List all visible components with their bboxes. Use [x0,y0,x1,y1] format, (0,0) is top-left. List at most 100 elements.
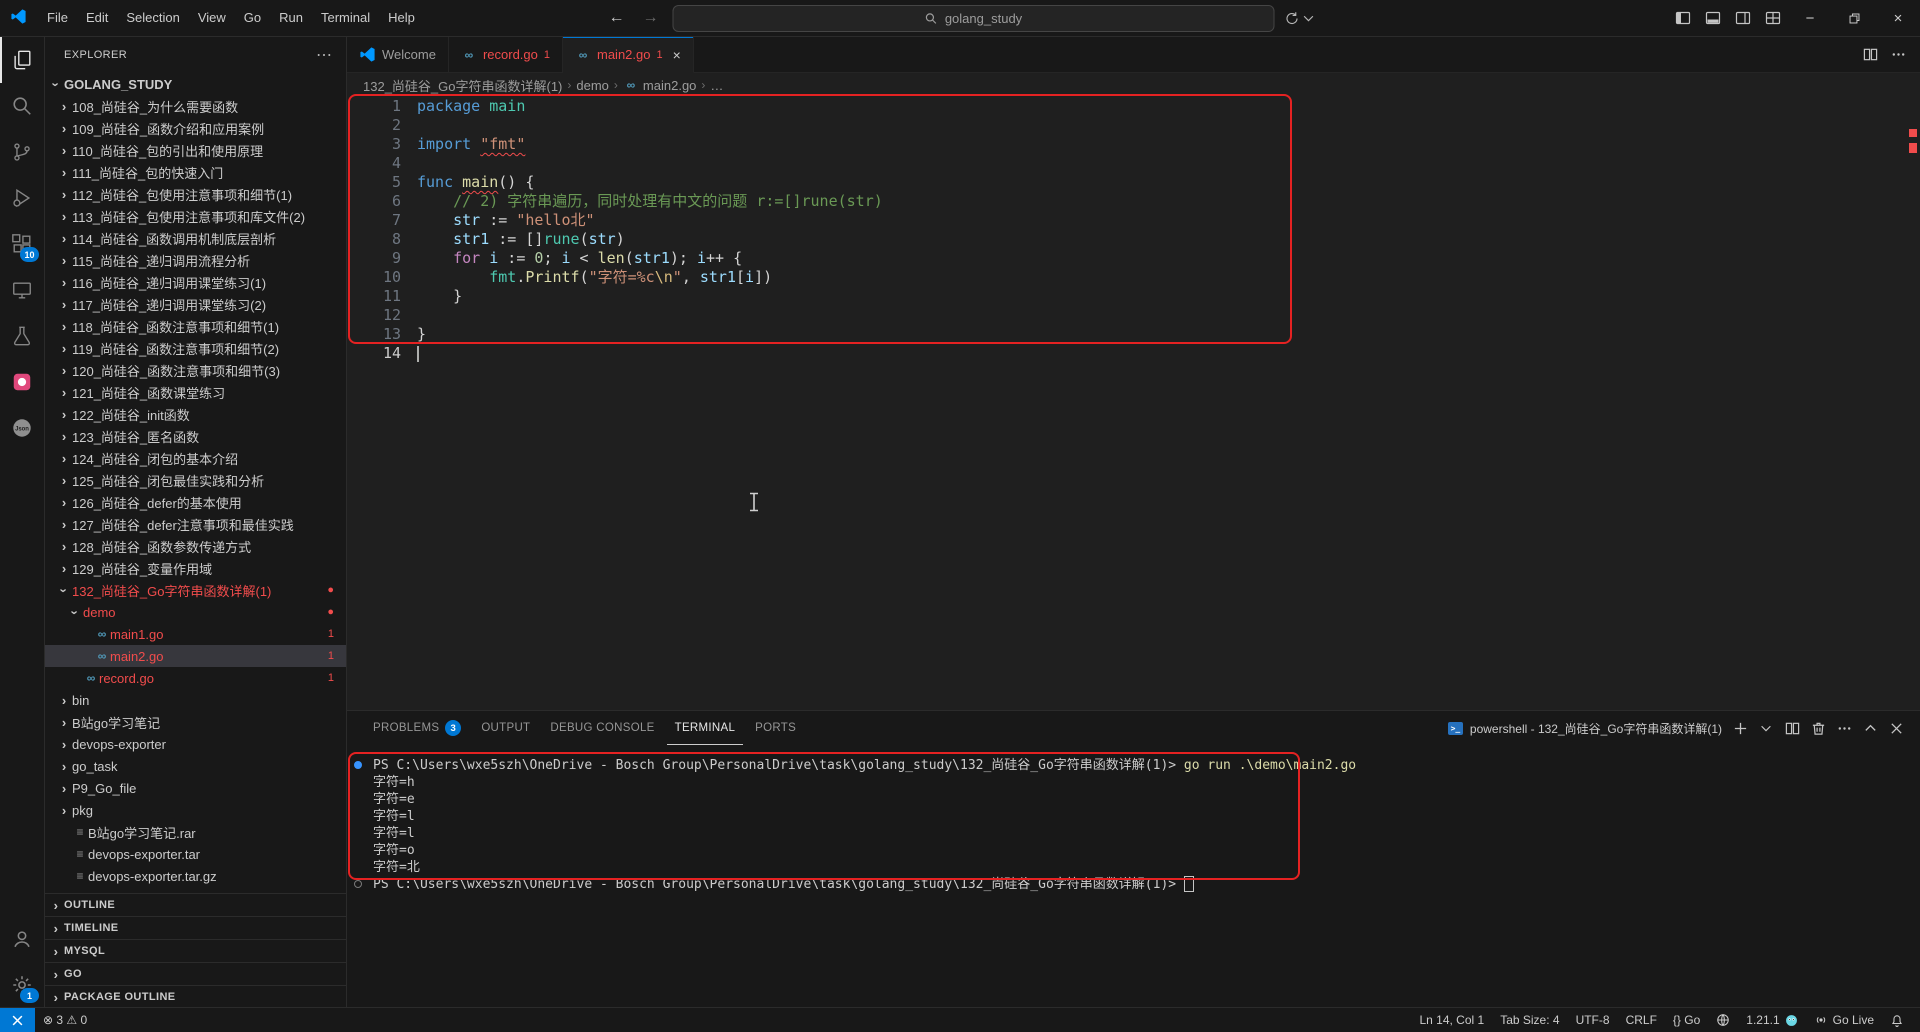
cursor-position[interactable]: Ln 14, Col 1 [1411,1008,1492,1032]
back-icon[interactable]: ← [605,9,629,27]
tree-item[interactable]: › 127_尚硅谷_defer注意事项和最佳实践 [44,513,346,535]
terminal-more-icon[interactable] [1832,714,1856,742]
restore-button[interactable] [1832,0,1876,36]
tree-item[interactable]: › 108_尚硅谷_为什么需要函数 [44,95,346,117]
custom-extension-icon[interactable] [0,359,44,405]
tree-item[interactable]: ›∞record.go1 [44,667,346,689]
customize-layout-icon[interactable] [1758,0,1788,36]
source-control-icon[interactable] [0,129,44,175]
problems-status[interactable]: ⊗ 3 ⚠ 0 [35,1008,95,1032]
tree-item[interactable]: › 120_尚硅谷_函数注意事项和细节(3) [44,359,346,381]
maximize-panel-icon[interactable] [1858,714,1882,742]
testing-icon[interactable] [0,313,44,359]
terminal-selector[interactable]: >_ powershell - 132_尚硅谷_Go字符串函数详解(1) [1447,720,1722,737]
sidebar-section-outline[interactable]: › OUTLINE [44,893,346,916]
menu-selection[interactable]: Selection [117,0,188,36]
explorer-icon[interactable] [0,37,44,83]
menu-run[interactable]: Run [270,0,312,36]
extensions-icon[interactable]: 10 [0,221,44,267]
remote-indicator[interactable] [0,1008,35,1032]
eol-sequence[interactable]: CRLF [1618,1008,1665,1032]
toggle-primary-sidebar-icon[interactable] [1668,0,1698,36]
tree-item[interactable]: › 109_尚硅谷_函数介绍和应用案例 [44,117,346,139]
panel-tab-problems[interactable]: PROBLEMS 3 [365,711,469,745]
run-debug-icon[interactable] [0,175,44,221]
code-editor[interactable]: 1 package main 2 3 import "fmt" 4 5 func main()… [347,97,1920,710]
search-icon[interactable] [0,83,44,129]
tree-item[interactable]: › 115_尚硅谷_递归调用流程分析 [44,249,346,271]
encoding[interactable]: UTF-8 [1568,1008,1618,1032]
minimize-button[interactable]: − [1788,0,1832,36]
tree-item[interactable]: › 119_尚硅谷_函数注意事项和细节(2) [44,337,346,359]
menu-file[interactable]: File [38,0,77,36]
tree-item[interactable]: › B站go学习笔记 [44,711,346,733]
sidebar-section-mysql[interactable]: › MYSQL [44,939,346,962]
breadcrumb-item[interactable]: 132_尚硅谷_Go字符串函数详解(1) [363,76,562,95]
tree-item[interactable]: ›≡devops-exporter.tar.gz [44,865,346,887]
breadcrumb[interactable]: 132_尚硅谷_Go字符串函数详解(1) › demo › ∞ main2.go ›… [347,73,1920,97]
search-box[interactable]: golang_study [672,4,1275,32]
tree-item[interactable]: › devops-exporter [44,733,346,755]
toggle-secondary-sidebar-icon[interactable] [1728,0,1758,36]
panel-tab-debug-console[interactable]: DEBUG CONSOLE [542,711,662,745]
tree-item[interactable]: › 112_尚硅谷_包使用注意事项和细节(1) [44,183,346,205]
tree-item[interactable]: › 129_尚硅谷_变量作用域 [44,557,346,579]
workspace-root[interactable]: › GOLANG_STUDY [44,73,346,95]
breadcrumb-item[interactable]: demo [576,78,609,93]
close-button[interactable]: × [1876,0,1920,36]
go-live[interactable]: Go Live [1806,1008,1882,1032]
tree-item[interactable]: › 124_尚硅谷_闭包的基本介绍 [44,447,346,469]
tree-item[interactable]: › 114_尚硅谷_函数调用机制底层剖析 [44,227,346,249]
accounts-icon[interactable] [0,916,44,962]
menu-go[interactable]: Go [235,0,270,36]
tab-welcome[interactable]: Welcome [347,37,449,72]
tree-item[interactable]: › 113_尚硅谷_包使用注意事项和库文件(2) [44,205,346,227]
sync-control[interactable] [1285,11,1316,26]
sidebar-section-package-outline[interactable]: › PACKAGE OUTLINE [44,985,346,1008]
sidebar-section-timeline[interactable]: › TIMELINE [44,916,346,939]
panel-tab-ports[interactable]: PORTS [747,711,804,745]
tab-record-go[interactable]: ∞ record.go 1 [448,37,563,72]
language-mode[interactable]: {} Go [1665,1008,1708,1032]
kill-terminal-icon[interactable] [1806,714,1830,742]
tree-item[interactable]: › 123_尚硅谷_匿名函数 [44,425,346,447]
new-terminal-icon[interactable] [1728,714,1752,742]
tree-item[interactable]: ›∞main1.go1 [44,623,346,645]
remote-explorer-icon[interactable] [0,267,44,313]
breadcrumb-item[interactable]: ∞ main2.go [623,78,697,93]
tree-item[interactable]: › 111_尚硅谷_包的快速入门 [44,161,346,183]
close-icon[interactable]: × [673,47,681,63]
tree-item[interactable]: › 121_尚硅谷_函数课堂练习 [44,381,346,403]
command-decoration[interactable] [354,761,362,769]
tree-item[interactable]: › go_task [44,755,346,777]
close-panel-icon[interactable] [1884,714,1908,742]
menu-edit[interactable]: Edit [77,0,117,36]
tree-item[interactable]: › bin [44,689,346,711]
tree-item[interactable]: › 118_尚硅谷_函数注意事项和细节(1) [44,315,346,337]
command-decoration[interactable] [354,880,362,888]
sidebar-section-go[interactable]: › GO [44,962,346,985]
menu-help[interactable]: Help [379,0,424,36]
tree-item[interactable]: › 122_尚硅谷_init函数 [44,403,346,425]
tree-item[interactable]: › pkg [44,799,346,821]
tree-item[interactable]: › 116_尚硅谷_递归调用课堂练习(1) [44,271,346,293]
scrollbar[interactable] [1906,97,1920,710]
explorer-more-icon[interactable]: ⋯ [316,45,332,65]
browser-preview[interactable] [1708,1008,1738,1032]
json-icon[interactable]: Json [0,405,44,451]
tab-main2-go[interactable]: ∞ main2.go 1 × [563,37,694,73]
indentation[interactable]: Tab Size: 4 [1492,1008,1567,1032]
toggle-panel-icon[interactable] [1698,0,1728,36]
tree-item[interactable]: › P9_Go_file [44,777,346,799]
breadcrumb-item[interactable]: … [710,78,723,93]
tree-item[interactable]: › 128_尚硅谷_函数参数传递方式 [44,535,346,557]
split-terminal-icon[interactable] [1780,714,1804,742]
tree-item[interactable]: › 125_尚硅谷_闭包最佳实践和分析 [44,469,346,491]
notifications[interactable] [1882,1008,1912,1032]
split-editor-icon[interactable] [1858,37,1882,73]
tree-item[interactable]: ›≡devops-exporter.tar [44,843,346,865]
menu-view[interactable]: View [189,0,235,36]
tree-item[interactable]: › 132_尚硅谷_Go字符串函数详解(1) ● [44,579,346,601]
terminal-output[interactable]: PS C:\Users\wxe5szh\OneDrive - Bosch Gro… [347,745,1920,1011]
tree-item[interactable]: › 126_尚硅谷_defer的基本使用 [44,491,346,513]
